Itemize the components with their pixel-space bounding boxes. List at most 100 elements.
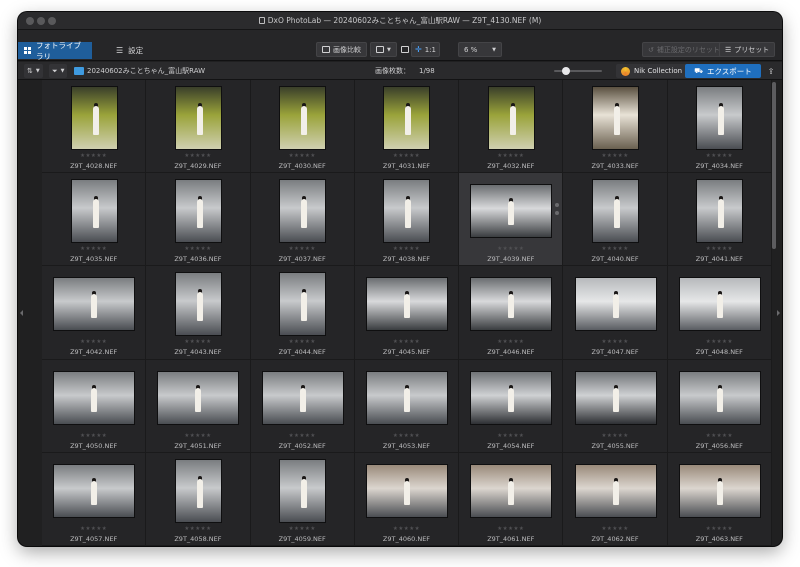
photo-thumbnail[interactable] xyxy=(174,272,222,337)
thumbnail-cell[interactable]: ★★★★★ Z9T_4040.NEF xyxy=(563,173,668,267)
thumbnail-cell[interactable]: ★★★★★ Z9T_4042.NEF xyxy=(42,266,147,360)
star-rating[interactable]: ★★★★★ xyxy=(355,153,458,159)
share-button[interactable]: ⇪ xyxy=(764,64,778,78)
thumbnail-cell[interactable]: ★★★★★ Z9T_4035.NEF xyxy=(42,173,147,267)
grid-scrollbar[interactable] xyxy=(772,82,776,249)
tab-settings[interactable]: ☰ 設定 xyxy=(110,42,149,59)
thumbnail-cell[interactable]: ★★★★★ Z9T_4060.NEF xyxy=(354,452,460,546)
star-rating[interactable]: ★★★★★ xyxy=(146,153,249,159)
photo-thumbnail[interactable] xyxy=(470,463,553,518)
thumbnail-cell[interactable]: ★★★★★ Z9T_4031.NEF xyxy=(354,80,460,174)
thumbnail-cell[interactable]: ★★★★★ Z9T_4043.NEF xyxy=(146,266,251,360)
collapse-right-icon[interactable] xyxy=(777,310,780,316)
star-rating[interactable]: ★★★★★ xyxy=(146,526,249,532)
thumbnail-cell[interactable]: ★★★★★ Z9T_4033.NEF xyxy=(563,80,668,174)
star-rating[interactable]: ★★★★★ xyxy=(355,339,458,345)
thumbnail-cell[interactable]: ★★★★★ Z9T_4050.NEF xyxy=(42,359,147,453)
thumbnail-cell[interactable]: ★★★★★ Z9T_4047.NEF xyxy=(563,266,668,360)
star-rating[interactable]: ★★★★★ xyxy=(355,433,458,439)
star-rating[interactable]: ★★★★★ xyxy=(668,246,771,252)
star-rating[interactable]: ★★★★★ xyxy=(251,153,354,159)
star-rating[interactable]: ★★★★★ xyxy=(563,433,666,439)
photo-thumbnail[interactable] xyxy=(70,179,118,244)
star-rating[interactable]: ★★★★★ xyxy=(251,246,354,252)
star-rating[interactable]: ★★★★★ xyxy=(42,246,145,252)
thumbnail-cell[interactable]: ★★★★★ Z9T_4061.NEF xyxy=(459,452,564,546)
photo-thumbnail[interactable] xyxy=(174,179,222,244)
folder-breadcrumb[interactable]: 20240602みことちゃん_富山駅RAW xyxy=(71,64,208,78)
star-rating[interactable]: ★★★★★ xyxy=(459,339,562,345)
thumbnail-cell[interactable]: ★★★★★ Z9T_4037.NEF xyxy=(250,173,355,267)
thumbnail-cell[interactable]: ★★★★★ Z9T_4028.NEF xyxy=(42,80,147,174)
zoom-select[interactable]: 6 % ▼ xyxy=(458,42,502,57)
star-rating[interactable]: ★★★★★ xyxy=(563,526,666,532)
thumbnail-cell[interactable]: ★★★★★ Z9T_4058.NEF xyxy=(146,452,251,546)
photo-thumbnail[interactable] xyxy=(365,277,448,332)
photo-thumbnail[interactable] xyxy=(470,184,553,239)
thumbnail-cell[interactable]: ★★★★★ Z9T_4057.NEF xyxy=(42,452,147,546)
sort-button[interactable]: ⇅ ▼ xyxy=(24,64,43,78)
thumbnail-cell[interactable]: ★★★★★ Z9T_4045.NEF xyxy=(354,266,460,360)
photo-thumbnail[interactable] xyxy=(279,86,327,150)
tab-photo-library[interactable]: フォトライブラリ xyxy=(18,41,92,61)
star-rating[interactable]: ★★★★★ xyxy=(146,246,249,252)
star-rating[interactable]: ★★★★★ xyxy=(42,526,145,532)
star-rating[interactable]: ★★★★★ xyxy=(355,246,458,252)
thumbnail-cell[interactable]: ★★★★★ Z9T_4032.NEF xyxy=(459,80,564,174)
photo-thumbnail[interactable] xyxy=(574,277,657,332)
photo-thumbnail[interactable] xyxy=(592,179,640,244)
star-rating[interactable]: ★★★★★ xyxy=(668,433,771,439)
star-rating[interactable]: ★★★★★ xyxy=(459,246,562,252)
photo-thumbnail[interactable] xyxy=(53,370,136,425)
thumbnail-cell[interactable]: ★★★★★ Z9T_4036.NEF xyxy=(146,173,251,267)
photo-thumbnail[interactable] xyxy=(365,463,448,518)
photo-thumbnail[interactable] xyxy=(383,86,431,150)
star-rating[interactable]: ★★★★★ xyxy=(251,433,354,439)
thumbnail-cell[interactable]: ★★★★★ Z9T_4052.NEF xyxy=(250,359,355,453)
star-rating[interactable]: ★★★★★ xyxy=(668,526,771,532)
star-rating[interactable]: ★★★★★ xyxy=(563,153,666,159)
photo-thumbnail[interactable] xyxy=(592,86,640,150)
thumbnail-cell[interactable]: ★★★★★ Z9T_4056.NEF xyxy=(667,359,772,453)
collapse-left-icon[interactable] xyxy=(20,310,23,316)
layout-menu-button[interactable]: ▼ xyxy=(370,42,397,57)
star-rating[interactable]: ★★★★★ xyxy=(563,339,666,345)
thumbnail-cell[interactable]: ★★★★★ Z9T_4053.NEF xyxy=(354,359,460,453)
drag-handle-icon[interactable] xyxy=(555,211,560,216)
thumbnail-size-slider-knob[interactable] xyxy=(562,67,570,75)
thumbnail-cell[interactable]: ★★★★★ Z9T_4029.NEF xyxy=(146,80,251,174)
reset-corrections-button[interactable]: ↺ 補正設定のリセット xyxy=(642,42,726,57)
star-rating[interactable]: ★★★★★ xyxy=(42,153,145,159)
thumbnail-cell[interactable]: ★★★★★ Z9T_4046.NEF xyxy=(459,266,564,360)
photo-thumbnail[interactable] xyxy=(678,370,761,425)
photo-thumbnail[interactable] xyxy=(574,463,657,518)
photo-thumbnail[interactable] xyxy=(53,277,136,332)
zoom-1to1-button[interactable]: ✛ 1:1 xyxy=(411,42,440,57)
star-rating[interactable]: ★★★★★ xyxy=(459,433,562,439)
thumbnail-cell[interactable]: ★★★★★ Z9T_4041.NEF xyxy=(667,173,772,267)
photo-thumbnail[interactable] xyxy=(157,370,240,425)
photo-thumbnail[interactable] xyxy=(470,370,553,425)
compare-button[interactable]: 画像比較 xyxy=(316,42,367,57)
thumbnail-cell[interactable]: ★★★★★ Z9T_4063.NEF xyxy=(667,452,772,546)
thumbnail-cell[interactable]: ★★★★★ Z9T_4034.NEF xyxy=(667,80,772,174)
photo-thumbnail[interactable] xyxy=(678,277,761,332)
photo-thumbnail[interactable] xyxy=(53,463,136,518)
presets-button[interactable]: ☰ プリセット xyxy=(719,42,776,57)
export-button[interactable]: ⛟ エクスポート xyxy=(685,64,761,78)
star-rating[interactable]: ★★★★★ xyxy=(459,153,562,159)
photo-thumbnail[interactable] xyxy=(174,458,222,523)
star-rating[interactable]: ★★★★★ xyxy=(146,433,249,439)
thumbnail-cell[interactable]: ★★★★★ Z9T_4055.NEF xyxy=(563,359,668,453)
star-rating[interactable]: ★★★★★ xyxy=(668,153,771,159)
star-rating[interactable]: ★★★★★ xyxy=(459,526,562,532)
photo-thumbnail[interactable] xyxy=(261,370,344,425)
nik-collection-button[interactable]: Nik Collection xyxy=(616,64,688,78)
photo-thumbnail[interactable] xyxy=(574,370,657,425)
star-rating[interactable]: ★★★★★ xyxy=(251,339,354,345)
photo-thumbnail[interactable] xyxy=(696,179,744,244)
star-rating[interactable]: ★★★★★ xyxy=(563,246,666,252)
photo-thumbnail[interactable] xyxy=(678,463,761,518)
star-rating[interactable]: ★★★★★ xyxy=(42,339,145,345)
star-rating[interactable]: ★★★★★ xyxy=(146,339,249,345)
